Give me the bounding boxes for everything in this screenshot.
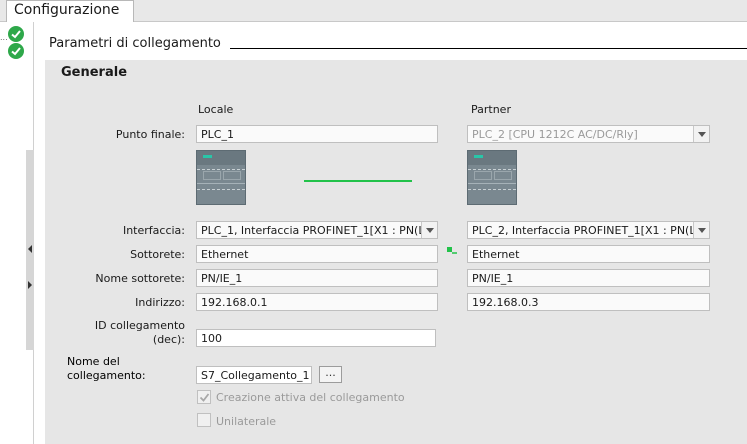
connection-id-label-unit: (dec): [152, 333, 185, 346]
active-connection-checkbox[interactable] [197, 390, 211, 404]
gutter-marker: ... [0, 33, 8, 42]
unilateral-checkbox[interactable] [197, 413, 211, 427]
plc-device-icon [467, 150, 517, 205]
connection-id-label: ID collegamento [94, 319, 185, 332]
local-address-field: 192.168.0.1 [196, 293, 438, 311]
chevron-down-icon[interactable] [421, 222, 437, 238]
panel-title: Generale [61, 65, 128, 80]
connection-id-input[interactable]: 100 [196, 329, 436, 347]
chevron-down-icon[interactable] [693, 126, 709, 142]
local-endpoint-field[interactable]: PLC_1 [196, 125, 438, 143]
browse-button[interactable]: ... [319, 366, 342, 383]
partner-interface-value: PLC_2, Interfaccia PROFINET_1[X1 : PN(LA [472, 224, 704, 237]
partner-address-field: 192.168.0.3 [467, 293, 710, 311]
chevron-left-icon[interactable] [27, 244, 33, 254]
chevron-right-icon[interactable] [27, 280, 33, 290]
local-subnet-name-field: PN/IE_1 [196, 269, 438, 287]
subnet-name-label: Nome sottorete: [95, 272, 185, 285]
network-link-icon [447, 247, 457, 254]
partner-subnet-name-field: PN/IE_1 [467, 269, 710, 287]
partner-interface-dropdown[interactable]: PLC_2, Interfaccia PROFINET_1[X1 : PN(LA [467, 221, 710, 239]
partner-endpoint-value: PLC_2 [CPU 1212C AC/DC/Rly] [472, 128, 638, 141]
check-circle-icon[interactable] [8, 26, 24, 42]
partner-endpoint-dropdown[interactable]: PLC_2 [CPU 1212C AC/DC/Rly] [467, 125, 710, 143]
chevron-down-icon[interactable] [693, 222, 709, 238]
section-title: Parametri di collegamento [49, 36, 221, 51]
local-interface-dropdown[interactable]: PLC_1, Interfaccia PROFINET_1[X1 : PN(LA [196, 221, 438, 239]
connection-name-label-2: collegamento: [67, 369, 146, 382]
connection-name-label: Nome del [67, 355, 120, 368]
subnet-label: Sottorete: [130, 248, 185, 261]
connection-name-input[interactable]: S7_Collegamento_1 [196, 366, 312, 384]
active-connection-label: Creazione attiva del collegamento [216, 391, 405, 404]
unilateral-label: Unilaterale [216, 415, 277, 428]
plc-device-icon [196, 150, 246, 205]
endpoint-label: Punto finale: [115, 128, 185, 141]
column-header-partner: Partner [471, 103, 511, 116]
interface-label: Interfaccia: [122, 224, 185, 237]
address-label: Indirizzo: [135, 296, 185, 309]
tab-configurazione[interactable]: Configurazione [6, 0, 134, 22]
local-interface-value: PLC_1, Interfaccia PROFINET_1[X1 : PN(LA [201, 224, 433, 237]
partner-subnet-field: Ethernet [467, 245, 710, 263]
local-subnet-field: Ethernet [196, 245, 438, 263]
section-divider [230, 48, 747, 49]
check-circle-icon[interactable] [8, 43, 24, 59]
column-header-local: Locale [198, 103, 234, 116]
connection-line [304, 180, 412, 182]
